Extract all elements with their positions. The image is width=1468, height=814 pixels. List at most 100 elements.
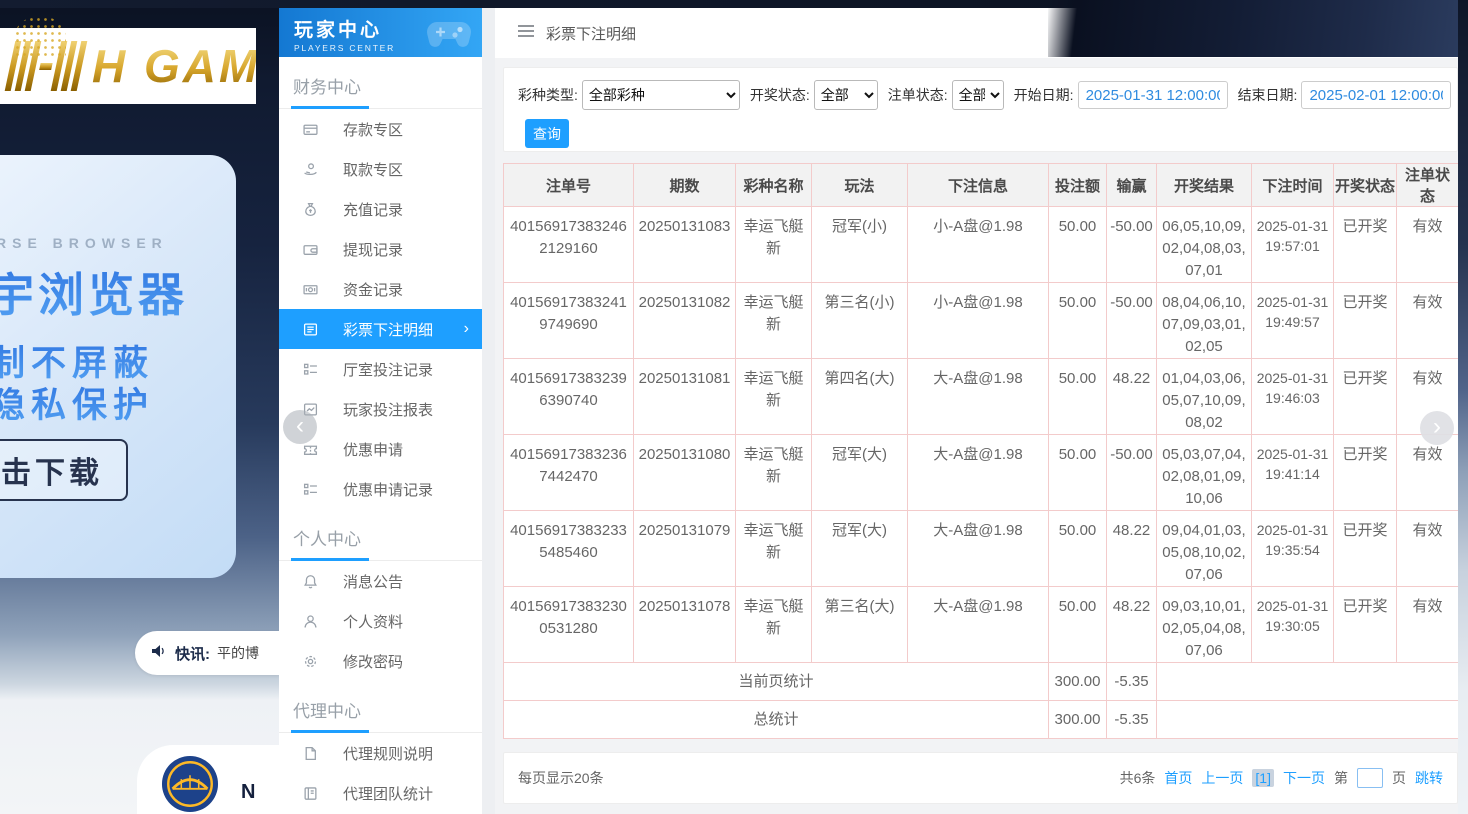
cell-draw-status: 已开奖 [1334,511,1397,587]
cell-period: 20250131078 [634,587,736,663]
cell-period: 20250131081 [634,359,736,435]
total-count-label: 共6条 [1120,768,1156,788]
cell-order-status: 有效 [1397,207,1459,283]
ad-headline: 宇浏览器 [0,259,188,325]
per-page-label: 每页显示20条 [518,768,604,788]
cell-order-status: 有效 [1397,587,1459,663]
ad-line3: 隐私保护 [0,377,154,428]
cell-order-no: 401569173832462129160 [504,207,634,283]
cell-lottery-name: 幸运飞艇新 [736,359,812,435]
jump-link[interactable]: 跳转 [1415,768,1443,788]
cell-draw-status: 已开奖 [1334,587,1397,663]
cell-lottery-name: 幸运飞艇新 [736,587,812,663]
sidebar-item-profile[interactable]: 个人资料 [279,601,482,641]
cell-period: 20250131083 [634,207,736,283]
prev-page-link[interactable]: 上一页 [1201,768,1243,788]
cell-win-loss: -50.00 [1107,435,1157,511]
cell-draw-result: 09,03,10,01,02,05,04,08,07,06 [1157,587,1252,663]
ticker-label: 快讯: [175,643,210,664]
start-date-input[interactable] [1078,81,1228,109]
order-status-select[interactable]: 全部 [952,80,1004,110]
sidebar: 玩家中心 PLAYERS CENTER 财务中心存款专区取款专区充值记录提现记录… [279,8,482,814]
cell-draw-status: 已开奖 [1334,359,1397,435]
list-detail-icon [303,321,319,337]
hand-coin-icon [303,161,319,177]
sidebar-section-title: 个人中心 [279,509,482,561]
cell-bet-time: 2025-01-31 19:46:03 [1252,359,1334,435]
cell-bet-info: 大-A盘@1.98 [908,359,1049,435]
cell-win-loss: -50.00 [1107,207,1157,283]
carousel-prev-button[interactable]: ‹ [283,410,317,444]
cell-bet-amount: 50.00 [1049,359,1107,435]
table-row: 40156917383236744247020250131080幸运飞艇新冠军(… [504,435,1459,511]
col-draw-result: 开奖结果 [1157,164,1252,207]
brand-logo-text: H GAME [92,39,256,93]
sidebar-item-deposit-zone[interactable]: 存款专区 [279,109,482,149]
cell-play-type: 冠军(大) [812,435,908,511]
summary-win-loss-total: -5.35 [1107,663,1157,701]
draw-status-label: 开奖状态: [750,85,810,105]
cell-order-no: 401569173832419749690 [504,283,634,359]
next-page-link[interactable]: 下一页 [1283,768,1325,788]
cell-bet-amount: 50.00 [1049,435,1107,511]
pagination-bar: 每页显示20条 共6条 首页 上一页 [1] 下一页 第 页 跳转 [503,752,1458,804]
page-jump-input[interactable] [1357,768,1383,788]
sidebar-item-hall-bet-records[interactable]: 厅室投注记录 [279,349,482,389]
players-center-panel: 玩家中心 PLAYERS CENTER 财务中心存款专区取款专区充值记录提现记录… [279,8,1458,814]
cell-order-status: 有效 [1397,511,1459,587]
sidebar-item-withdraw-zone[interactable]: 取款专区 [279,149,482,189]
cell-draw-status: 已开奖 [1334,207,1397,283]
main-area: 彩票下注明细 彩种类型: 全部彩种 开奖状态: 全部 注单状态: [495,8,1458,814]
cell-draw-status: 已开奖 [1334,435,1397,511]
cell-draw-result: 05,03,07,04,02,08,01,09,10,06 [1157,435,1252,511]
sidebar-item-notices[interactable]: 消息公告 [279,561,482,601]
cell-draw-result: 09,04,01,03,05,08,10,02,07,06 [1157,511,1252,587]
end-date-label: 结束日期: [1238,85,1298,105]
summary-row: 总统计300.00-5.35 [504,701,1459,739]
download-button[interactable]: 击下载 [0,439,128,501]
page-prefix-label: 第 [1334,768,1348,788]
sidebar-item-lottery-bet-details[interactable]: 彩票下注明细› [279,309,482,349]
table-header-row: 注单号期数彩种名称玩法下注信息投注额输赢开奖结果下注时间开奖状态注单状态 [504,164,1459,207]
sidebar-item-withdraw-records[interactable]: 提现记录 [279,229,482,269]
sidebar-item-funds-records[interactable]: 资金记录 [279,269,482,309]
sidebar-section-title: 财务中心 [279,57,482,109]
gamepad-icon [422,13,476,51]
table-row: 40156917383230053128020250131078幸运飞艇新第三名… [504,587,1459,663]
table-row: 40156917383241974969020250131082幸运飞艇新第三名… [504,283,1459,359]
cell-win-loss: 48.22 [1107,359,1157,435]
browser-ad-banner[interactable]: RSE BROWSER 宇浏览器 制不屏蔽 隐私保护 击下载 [0,155,236,578]
cell-play-type: 冠军(大) [812,511,908,587]
cell-draw-result: 06,05,10,09,02,04,08,03,07,01 [1157,207,1252,283]
cell-lottery-name: 幸运飞艇新 [736,511,812,587]
end-date-input[interactable] [1301,81,1451,109]
gear-icon [303,653,319,669]
hamburger-icon[interactable] [517,24,535,43]
sidebar-item-agent-team-stats[interactable]: 代理团队统计 [279,773,482,813]
wallet-icon [303,241,319,257]
bank-card-icon [303,121,319,137]
page-suffix-label: 页 [1392,768,1406,788]
cell-win-loss: -50.00 [1107,283,1157,359]
table-row: 40156917383239639074020250131081幸运飞艇新第四名… [504,359,1459,435]
sidebar-item-promo-apply-records[interactable]: 优惠申请记录 [279,469,482,509]
carousel-next-button[interactable]: › [1420,411,1454,445]
cell-bet-amount: 50.00 [1049,511,1107,587]
document-icon [303,745,319,761]
col-order-no: 注单号 [504,164,634,207]
sidebar-item-agent-rules[interactable]: 代理规则说明 [279,733,482,773]
first-page-link[interactable]: 首页 [1164,768,1192,788]
cell-bet-amount: 50.00 [1049,283,1107,359]
ad-kicker: RSE BROWSER [0,235,168,251]
summary-label: 总统计 [504,701,1049,739]
sidebar-item-recharge-records[interactable]: 充值记录 [279,189,482,229]
cell-bet-info: 大-A盘@1.98 [908,587,1049,663]
search-button[interactable]: 查询 [525,119,569,148]
cell-play-type: 第四名(大) [812,359,908,435]
cell-order-no: 401569173832396390740 [504,359,634,435]
draw-status-select[interactable]: 全部 [814,80,878,110]
sidebar-item-change-password[interactable]: 修改密码 [279,641,482,681]
lottery-type-select[interactable]: 全部彩种 [582,80,740,110]
bell-icon [303,573,319,589]
summary-row: 当前页统计300.00-5.35 [504,663,1459,701]
